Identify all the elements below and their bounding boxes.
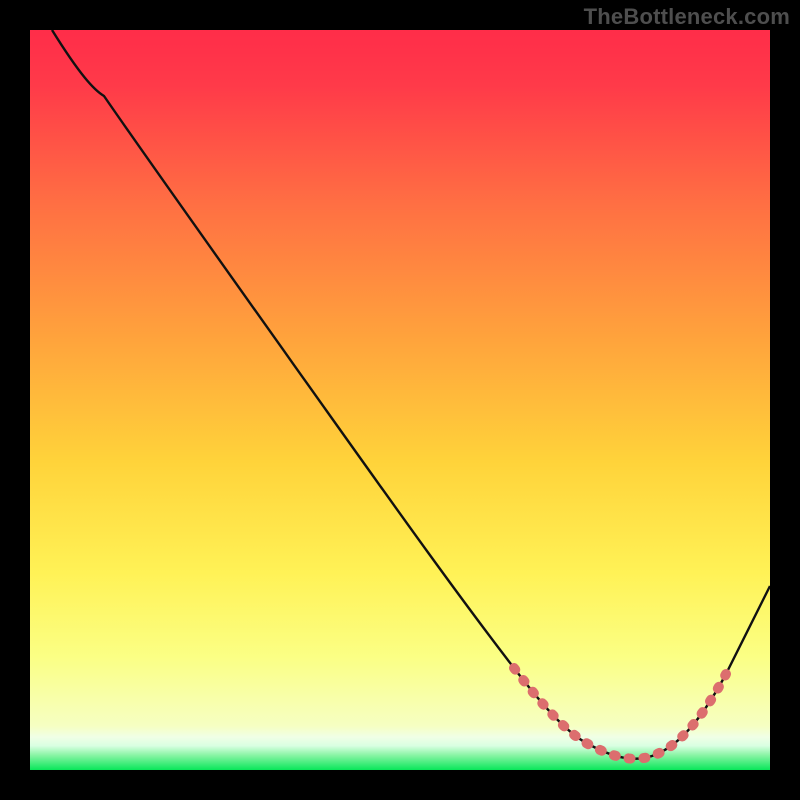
chart-frame: TheBottleneck.com bbox=[0, 0, 800, 800]
watermark-text: TheBottleneck.com bbox=[584, 4, 790, 30]
chart-svg bbox=[30, 30, 770, 770]
plot-area bbox=[30, 30, 770, 770]
gradient-background-upper bbox=[30, 30, 770, 726]
